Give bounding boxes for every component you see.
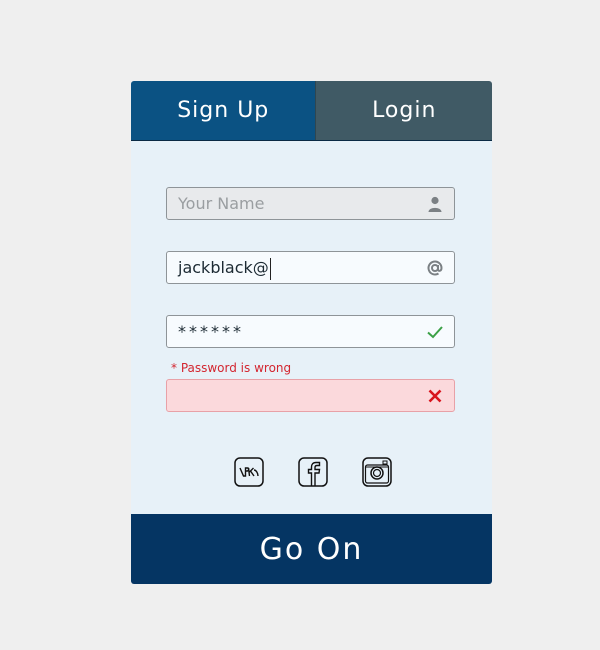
user-icon xyxy=(428,196,442,212)
social-links xyxy=(234,457,392,487)
email-field[interactable]: jackblack@ xyxy=(166,251,455,284)
cross-icon xyxy=(428,389,442,403)
vk-icon[interactable] xyxy=(234,457,264,487)
facebook-icon[interactable] xyxy=(298,457,328,487)
instagram-icon[interactable] xyxy=(362,457,392,487)
error-message: * Password is wrong xyxy=(171,361,292,375)
password-field[interactable]: ****** xyxy=(166,315,455,348)
at-icon xyxy=(427,260,443,276)
email-value[interactable]: jackblack@ xyxy=(178,252,418,283)
tab-bar: Sign Up Login xyxy=(131,81,492,141)
tab-login[interactable]: Login xyxy=(315,81,492,140)
password-value[interactable]: ****** xyxy=(178,316,418,347)
go-on-button[interactable]: Go On xyxy=(131,514,492,584)
confirm-password-field[interactable] xyxy=(166,379,455,412)
name-input[interactable] xyxy=(178,188,418,219)
text-caret xyxy=(269,257,271,280)
check-icon xyxy=(427,326,443,339)
name-field[interactable] xyxy=(166,187,455,220)
tab-signup[interactable]: Sign Up xyxy=(131,81,316,140)
signup-card: Sign Up Login jackblack@ ****** * Passwo… xyxy=(131,81,492,584)
